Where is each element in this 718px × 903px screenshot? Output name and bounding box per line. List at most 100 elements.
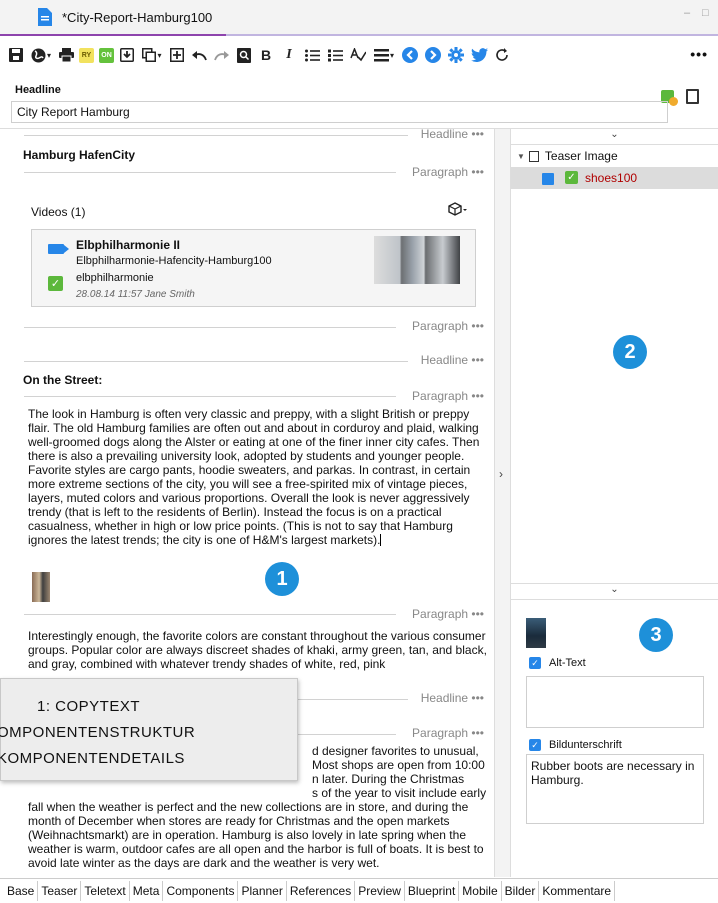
editor-window: *City-Report-Hamburg100 – □ ▾ RY ON ▾ B … <box>0 0 718 903</box>
settings-gear-icon[interactable] <box>447 44 465 66</box>
more-options-icon[interactable]: ••• <box>690 46 708 62</box>
badge-two: 2 <box>613 335 647 369</box>
headline-input[interactable]: City Report Hamburg <box>11 101 668 123</box>
heading-hafencity[interactable]: Hamburg HafenCity <box>23 148 135 162</box>
bottom-tab-bar: Base Teaser Teletext Meta Components Pla… <box>0 878 718 903</box>
tab-planner[interactable]: Planner <box>238 881 287 901</box>
video-name: elbphilharmonie <box>76 272 154 284</box>
badge-three: 3 <box>639 618 673 652</box>
refresh-icon[interactable] <box>493 44 511 66</box>
caption-label: Bildunterschrift <box>549 739 622 751</box>
tree-node-teaser-image[interactable]: ▼ Teaser Image <box>517 149 618 163</box>
duplicate-icon[interactable]: ▾ <box>140 44 164 66</box>
add-component-icon[interactable] <box>169 44 185 66</box>
tab-blueprint[interactable]: Blueprint <box>405 881 460 901</box>
cube-menu-icon[interactable] <box>448 202 468 219</box>
approved-check-icon: ✓ <box>48 276 63 291</box>
video-thumbnail <box>374 236 460 284</box>
warning-icon <box>669 97 678 106</box>
paragraph-component-label[interactable]: Paragraph ••• <box>408 165 484 179</box>
tab-components[interactable]: Components <box>163 881 239 901</box>
paragraph-line: Most shops are open from 10:00 <box>312 758 485 772</box>
import-icon[interactable] <box>119 44 135 66</box>
headline-component-label[interactable]: Headline ••• <box>416 691 484 705</box>
boot-image-thumbnail[interactable] <box>526 618 546 648</box>
paragraph-component-label[interactable]: Paragraph ••• <box>408 607 484 621</box>
video-meta: 28.08.14 11:57 Jane Smith <box>76 289 195 300</box>
ry-badge-button[interactable]: RY <box>79 47 94 63</box>
paragraph-colors[interactable]: Interestingly enough, the favorite color… <box>28 629 490 671</box>
tab-preview[interactable]: Preview <box>355 881 405 901</box>
paragraph-component-label[interactable]: Paragraph ••• <box>408 726 484 740</box>
component-structure-panel: ⌄ ▼ Teaser Image ✓ shoes100 2 <box>511 129 718 584</box>
tab-bilder[interactable]: Bilder <box>502 881 540 901</box>
collapse-details-chevron-icon[interactable]: ⌄ <box>511 584 718 600</box>
spellcheck-icon[interactable] <box>349 44 367 66</box>
expand-chevron-icon[interactable]: › <box>499 467 503 481</box>
minimize-button[interactable]: – <box>684 7 690 19</box>
headline-component-label[interactable]: Headline ••• <box>416 353 484 367</box>
move-up-icon[interactable] <box>401 44 419 66</box>
save-icon[interactable] <box>8 44 24 66</box>
component-divider <box>24 396 396 397</box>
paragraph-line: n later. During the Christmas <box>312 772 465 786</box>
component-divider <box>24 172 396 173</box>
legend-overlay: 1: COPYTEXT OMPONENTENSTRUKTUR KOMPONENT… <box>0 678 298 781</box>
approved-check-icon: ✓ <box>565 171 578 184</box>
paragraph-shops-top[interactable]: d designer favorites to unusual, Most sh… <box>312 744 492 800</box>
move-down-icon[interactable] <box>424 44 442 66</box>
video-subtitle: Elbphilharmonie-Hafencity-Hamburg100 <box>76 255 272 267</box>
heading-on-the-street[interactable]: On the Street: <box>23 373 102 387</box>
video-title: Elbphilharmonie II <box>76 238 181 252</box>
bullet-list-icon[interactable] <box>303 44 321 66</box>
maximize-button[interactable]: □ <box>702 7 709 19</box>
inline-image-thumbnail[interactable] <box>32 572 50 602</box>
redo-icon[interactable] <box>213 44 231 66</box>
document-tab-bar: *City-Report-Hamburg100 – □ <box>0 0 718 34</box>
tab-references[interactable]: References <box>287 881 356 901</box>
print-icon[interactable] <box>58 44 74 66</box>
tab-meta[interactable]: Meta <box>130 881 164 901</box>
tab-mobile[interactable]: Mobile <box>459 881 502 901</box>
paragraph-shops[interactable]: fall when the weather is perfect and the… <box>28 800 490 870</box>
component-divider <box>24 614 396 615</box>
tree-node-label: Teaser Image <box>544 149 618 163</box>
image-file-icon <box>528 150 539 162</box>
tab-teaser[interactable]: Teaser <box>38 881 82 901</box>
panel-splitter[interactable]: › <box>494 129 511 877</box>
tree-expand-arrow-icon[interactable]: ▼ <box>517 152 525 161</box>
paragraph-fashion[interactable]: The look in Hamburg is often very classi… <box>28 407 490 547</box>
collapse-structure-chevron-icon[interactable]: ⌄ <box>511 129 718 145</box>
on-badge-button[interactable]: ON <box>99 47 114 63</box>
paragraph-component-label[interactable]: Paragraph ••• <box>408 319 484 333</box>
document-properties-icon[interactable] <box>686 89 699 104</box>
caption-checkbox[interactable]: ✓ <box>529 739 541 751</box>
paragraph-fashion-text: The look in Hamburg is often very classi… <box>28 407 480 547</box>
component-divider <box>24 361 408 362</box>
alt-text-label: Alt-Text <box>549 657 586 669</box>
tab-kommentare[interactable]: Kommentare <box>539 881 616 901</box>
component-divider <box>24 327 396 328</box>
paragraph-line: d designer favorites to unusual, <box>312 744 479 758</box>
numbered-list-icon[interactable] <box>326 44 344 66</box>
alt-text-input[interactable] <box>526 676 704 728</box>
document-tab[interactable]: *City-Report-Hamburg100 <box>34 0 226 34</box>
headline-component-label[interactable]: Headline ••• <box>416 129 484 141</box>
twitter-icon[interactable] <box>470 44 488 66</box>
globe-icon[interactable]: ▾ <box>29 44 53 66</box>
tab-base[interactable]: Base <box>4 881 39 901</box>
paragraph-style-icon[interactable]: ▾ <box>372 44 396 66</box>
italic-icon[interactable]: I <box>280 44 298 66</box>
component-details-panel: ⌄ 3 ✓ Alt-Text ✓ Bildunterschrift Rubber… <box>511 584 718 877</box>
caption-input[interactable]: Rubber boots are necessary in Hamburg. <box>526 754 704 824</box>
picture-icon <box>542 173 554 185</box>
bold-icon[interactable]: B <box>257 44 275 66</box>
tab-teletext[interactable]: Teletext <box>81 881 130 901</box>
tree-node-child-label: shoes100 <box>585 171 638 185</box>
undo-icon[interactable] <box>190 44 208 66</box>
find-icon[interactable] <box>236 44 252 66</box>
legend-line-copytext: 1: COPYTEXT <box>37 698 141 715</box>
paragraph-component-label[interactable]: Paragraph ••• <box>408 389 484 403</box>
alt-text-checkbox[interactable]: ✓ <box>529 657 541 669</box>
video-card[interactable]: ✓ Elbphilharmonie II Elbphilharmonie-Haf… <box>31 229 476 307</box>
